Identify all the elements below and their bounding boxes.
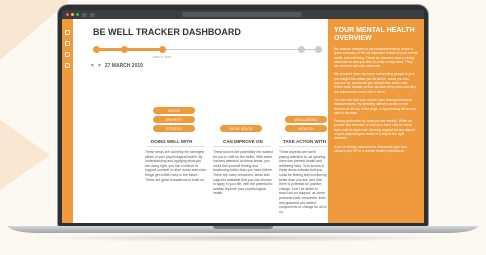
home-icon[interactable] xyxy=(65,30,70,35)
tag-wellbeing[interactable]: WELLBEING xyxy=(285,116,327,123)
tag-resilience[interactable]: RESILIENCE xyxy=(220,125,262,132)
page-title: BE WELL TRACKER DASHBOARD xyxy=(93,27,241,37)
column-text: These factors are potentially the easies… xyxy=(213,150,273,196)
column-heading: TAKE ACTION WITH xyxy=(283,139,326,144)
tag-health[interactable]: HEALTH xyxy=(285,125,327,132)
timeline-point[interactable] xyxy=(298,46,305,53)
previous-date-button[interactable]: < xyxy=(91,63,94,69)
timeline-point[interactable] xyxy=(121,46,128,53)
user-icon[interactable] xyxy=(65,63,70,68)
column-heading: CAN IMPROVE ON xyxy=(223,139,263,144)
timeline-point[interactable] xyxy=(315,46,322,53)
back-button[interactable] xyxy=(82,12,87,17)
tag-mood[interactable]: MOOD xyxy=(153,107,195,114)
maximize-window-icon[interactable] xyxy=(76,13,79,16)
laptop-screen: BE WELL TRACKER DASHBOARD MAR 27 2019 < … xyxy=(62,10,424,223)
address-bar[interactable] xyxy=(182,12,302,17)
timeline: MAR 27 2019 xyxy=(93,45,323,59)
browser-toolbar xyxy=(62,10,424,19)
column-text: These aspects are worth paying attention… xyxy=(279,150,327,214)
calendar-icon[interactable] xyxy=(65,52,70,57)
column-heading: DOING WELL WITH xyxy=(151,139,193,144)
date-navigator: < > 27 MARCH 2019 xyxy=(91,63,143,69)
chart-icon[interactable] xyxy=(65,41,70,46)
tag-anxiety[interactable]: ANXIETY xyxy=(153,116,195,123)
tag-stress[interactable]: STRESS xyxy=(153,125,195,132)
timeline-progress xyxy=(93,48,163,51)
panel-paragraph: We analyse answers to the measurements t… xyxy=(334,47,418,69)
panel-paragraph: We grouped them into three overarching g… xyxy=(334,72,416,94)
divider xyxy=(279,146,327,147)
dashboard-main: BE WELL TRACKER DASHBOARD MAR 27 2019 < … xyxy=(73,19,328,223)
overview-panel: YOUR MENTAL HEALTH OVERVIEW We analyse a… xyxy=(328,19,424,223)
forward-button[interactable] xyxy=(90,12,95,17)
panel-paragraph: Feeling confronted by what you are seein… xyxy=(334,119,415,141)
close-window-icon[interactable] xyxy=(66,13,69,16)
current-date: 27 MARCH 2019 xyxy=(104,63,143,69)
background-decoration xyxy=(0,120,50,190)
panel-paragraph: If you're feeling concerned or distresse… xyxy=(334,144,408,153)
divider xyxy=(147,146,205,147)
minimize-window-icon[interactable] xyxy=(71,13,74,16)
panel-title: YOUR MENTAL HEALTH OVERVIEW xyxy=(334,27,415,42)
timeline-label: MAR 27 2019 xyxy=(153,55,172,59)
timeline-point[interactable] xyxy=(159,46,166,53)
timeline-point[interactable] xyxy=(93,46,100,53)
next-date-button[interactable]: > xyxy=(98,63,101,69)
sidebar-nav xyxy=(62,19,73,223)
panel-paragraph: You can see how your scores have changed… xyxy=(334,97,417,115)
divider xyxy=(213,146,271,147)
laptop-shadow xyxy=(28,234,458,242)
column-text: These areas are currently the strongest … xyxy=(145,150,207,182)
laptop-notch xyxy=(213,226,273,229)
